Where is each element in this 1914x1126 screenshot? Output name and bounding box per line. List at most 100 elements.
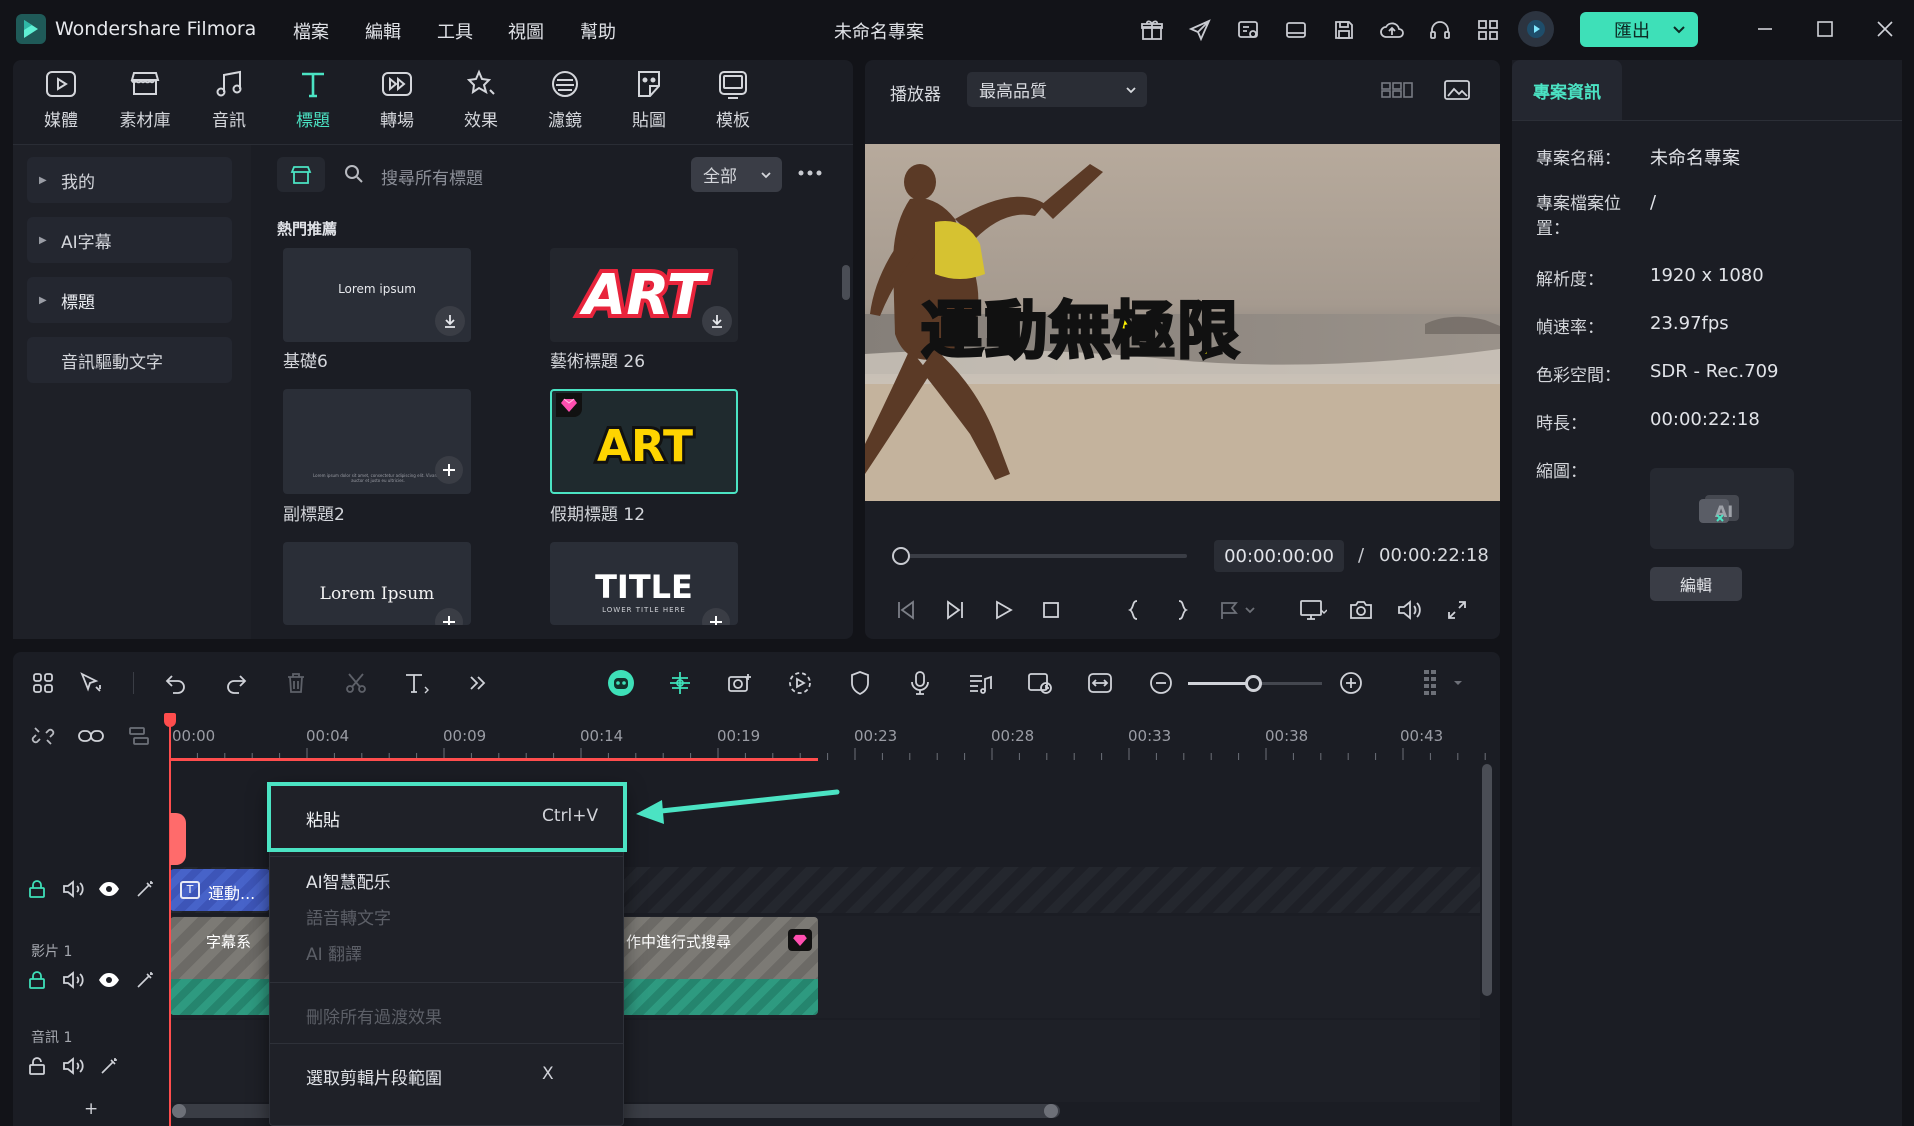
sidebar-item-titles[interactable]: ▶ 標題 <box>27 277 232 323</box>
avatar[interactable] <box>1518 11 1554 47</box>
play-icon[interactable] <box>990 597 1016 623</box>
magic-wand-icon[interactable] <box>133 878 157 900</box>
menu-tools[interactable]: 工具 <box>437 18 473 44</box>
title-card-art26[interactable]: ART <box>550 248 738 342</box>
menu-file[interactable]: 檔案 <box>293 18 329 44</box>
track-settings-icon[interactable] <box>1418 666 1468 700</box>
title-clip[interactable]: T 運動... <box>170 869 270 911</box>
sidebar-item-mine[interactable]: ▶ 我的 <box>27 157 232 203</box>
tool-transitions[interactable]: 轉場 <box>361 68 433 138</box>
menu-view[interactable]: 視圖 <box>508 18 544 44</box>
menu-item-select-range[interactable]: 選取剪輯片段範圍 <box>306 1064 442 1089</box>
text-tool-icon[interactable] <box>401 668 433 698</box>
send-icon[interactable] <box>1186 16 1214 44</box>
filter-dropdown[interactable]: 全部 <box>691 157 782 192</box>
search-input[interactable]: 搜尋所有標題 <box>381 164 681 189</box>
track-order-icon[interactable] <box>124 722 154 750</box>
lock-icon[interactable] <box>26 878 48 900</box>
video-preview[interactable]: 運動無極限 <box>865 144 1500 501</box>
progress-track[interactable] <box>899 554 1187 558</box>
volume-icon[interactable] <box>1394 597 1424 623</box>
mark-out-icon[interactable] <box>1169 597 1195 623</box>
zoom-in-icon[interactable] <box>1336 668 1366 698</box>
mark-in-icon[interactable] <box>1121 597 1147 623</box>
title-card-subtitle2[interactable]: Lorem ipsum dolor sit amet, consectetur … <box>283 389 471 494</box>
eye-icon[interactable] <box>97 969 121 991</box>
mask-shield-icon[interactable] <box>844 668 876 698</box>
chevron-down-icon[interactable] <box>1672 22 1686 36</box>
hscroll-handle-left[interactable] <box>172 1104 186 1118</box>
magic-wand-icon[interactable] <box>133 969 157 991</box>
lock-open-icon[interactable] <box>26 1055 48 1077</box>
tool-titles[interactable]: 標題 <box>277 68 349 138</box>
progress-handle[interactable] <box>892 547 910 565</box>
menu-edit[interactable]: 編輯 <box>365 18 401 44</box>
display-output-icon[interactable] <box>1298 597 1328 623</box>
grid-view-icon[interactable] <box>1380 78 1414 102</box>
tool-stock[interactable]: 素材庫 <box>109 68 181 138</box>
speaker-icon[interactable] <box>61 878 85 900</box>
speaker-icon[interactable] <box>61 1055 85 1077</box>
magic-wand-icon[interactable] <box>97 1055 121 1077</box>
microphone-icon[interactable] <box>904 668 936 698</box>
headset-icon[interactable] <box>1426 16 1454 44</box>
gift-icon[interactable] <box>1138 16 1166 44</box>
auto-snap-icon[interactable] <box>664 668 696 698</box>
media-record-icon[interactable] <box>724 668 756 698</box>
prev-frame-icon[interactable] <box>893 597 919 623</box>
tool-stickers[interactable]: 貼圖 <box>613 68 685 138</box>
sidebar-item-audio-text[interactable]: 音訊驅動文字 <box>27 337 232 383</box>
quality-dropdown[interactable]: 最高品質 <box>967 72 1147 107</box>
add-icon[interactable] <box>435 608 463 625</box>
fit-timeline-icon[interactable] <box>1084 668 1116 698</box>
tool-media[interactable]: 媒體 <box>25 68 97 138</box>
store-button[interactable] <box>277 157 325 192</box>
add-icon[interactable] <box>435 456 463 484</box>
unlink-icon[interactable] <box>28 722 58 750</box>
add-track-button[interactable]: + <box>84 1099 98 1119</box>
grid-apps-icon[interactable] <box>1474 16 1502 44</box>
zoom-out-icon[interactable] <box>1146 668 1176 698</box>
image-snapshot-icon[interactable] <box>1442 76 1472 104</box>
playhead-marker[interactable] <box>170 813 186 865</box>
stop-icon[interactable] <box>1038 597 1064 623</box>
select-tool-icon[interactable] <box>76 668 106 698</box>
overlay-caption[interactable]: 運動無極限 <box>919 280 1241 370</box>
maximize-icon[interactable] <box>1812 16 1838 42</box>
edit-thumbnail-button[interactable]: 編輯 <box>1650 567 1742 601</box>
delete-icon[interactable] <box>281 668 311 698</box>
eye-icon[interactable] <box>97 878 121 900</box>
export-button[interactable]: 匯出 <box>1580 12 1698 47</box>
layout-icon[interactable] <box>1282 16 1310 44</box>
tab-project-info[interactable]: 專案資訊 <box>1512 60 1622 120</box>
title-card-holiday12[interactable]: ART <box>550 389 738 494</box>
download-icon[interactable] <box>702 306 732 336</box>
tool-filters[interactable]: 濾鏡 <box>529 68 601 138</box>
current-time[interactable]: 00:00:00:00 <box>1214 540 1344 572</box>
title-card-lorem[interactable]: Lorem Ipsum <box>283 542 471 625</box>
hscroll-handle-right[interactable] <box>1044 1104 1058 1118</box>
tool-audio[interactable]: 音訊 <box>193 68 265 138</box>
speed-icon[interactable] <box>784 668 816 698</box>
menu-item-paste[interactable]: 粘貼 <box>306 806 340 831</box>
menu-item-ai-music[interactable]: AI智慧配乐 <box>306 868 391 893</box>
speaker-icon[interactable] <box>61 969 85 991</box>
redo-icon[interactable] <box>221 668 251 698</box>
auto-reframe-icon[interactable] <box>1024 668 1056 698</box>
task-icon[interactable] <box>1234 16 1262 44</box>
sidebar-item-ai-subtitles[interactable]: ▶ AI字幕 <box>27 217 232 263</box>
thumbnail-box[interactable]: AI <box>1650 468 1794 549</box>
audio-mix-icon[interactable] <box>964 668 996 698</box>
tool-effects[interactable]: 效果 <box>445 68 517 138</box>
title-card-title[interactable]: TITLE LOWER TITLE HERE <box>550 542 738 625</box>
cloud-upload-icon[interactable] <box>1378 16 1406 44</box>
next-frame-icon[interactable] <box>942 597 968 623</box>
undo-icon[interactable] <box>161 668 191 698</box>
save-icon[interactable] <box>1330 16 1358 44</box>
zoom-slider-handle[interactable] <box>1245 675 1262 692</box>
marker-icon[interactable] <box>1216 597 1260 623</box>
tool-templates[interactable]: 模板 <box>697 68 769 138</box>
more-options-icon[interactable] <box>797 167 823 179</box>
fullscreen-icon[interactable] <box>1443 597 1471 623</box>
menu-help[interactable]: 幫助 <box>580 18 616 44</box>
